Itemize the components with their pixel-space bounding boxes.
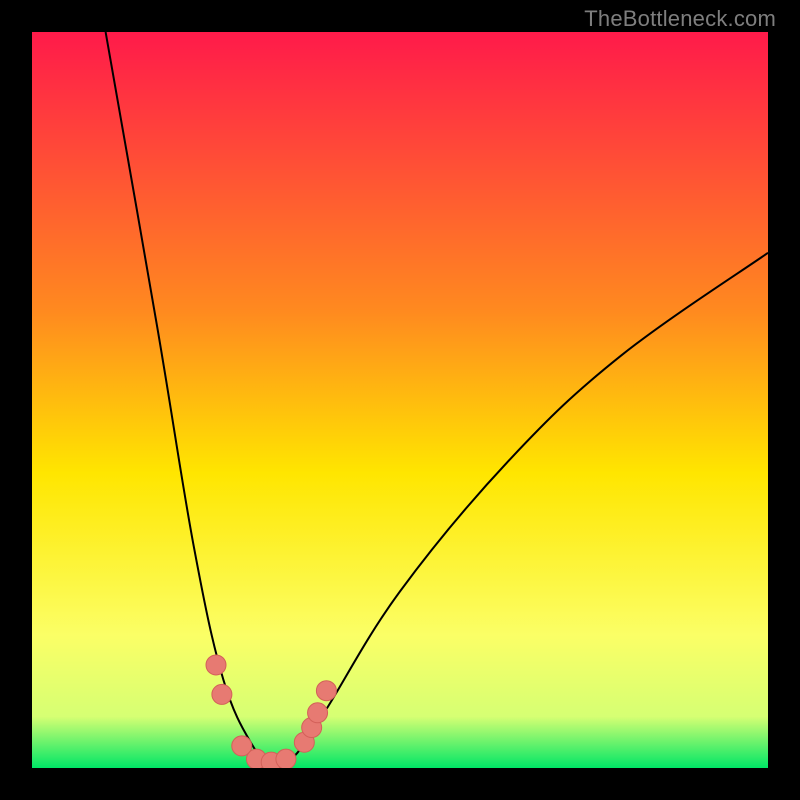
plot-area [32, 32, 768, 768]
curve-marker [212, 684, 232, 704]
curve-marker [276, 749, 296, 768]
chart-svg [32, 32, 768, 768]
curve-marker [316, 681, 336, 701]
watermark-text: TheBottleneck.com [584, 6, 776, 32]
gradient-background [32, 32, 768, 768]
chart-frame: TheBottleneck.com [0, 0, 800, 800]
curve-marker [308, 703, 328, 723]
curve-marker [206, 655, 226, 675]
